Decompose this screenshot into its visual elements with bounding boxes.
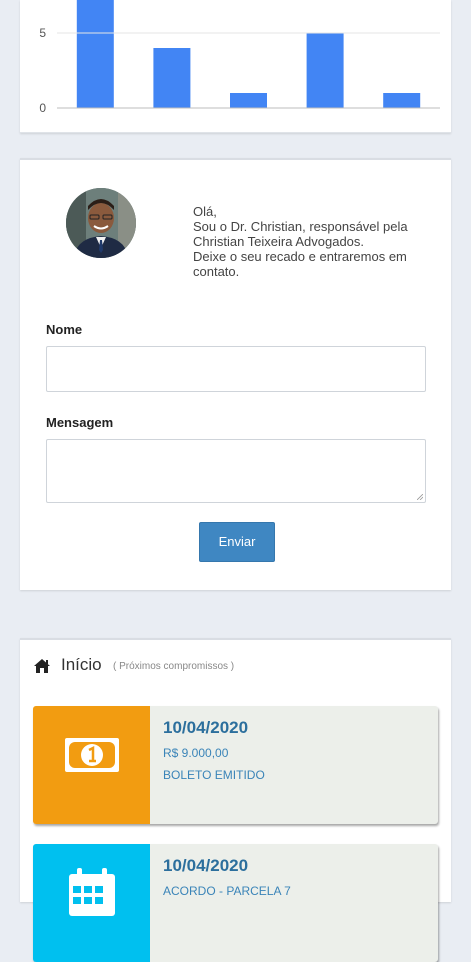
bar-chart: 05 [39, 0, 440, 115]
event-description: ACORDO - PARCELA 7 [163, 884, 291, 898]
greeting-text: Olá, Sou o Dr. Christian, responsável pe… [193, 204, 433, 279]
resize-grip-icon[interactable] [417, 494, 423, 500]
event-icon-box [33, 706, 150, 824]
money-icon [65, 738, 119, 772]
event-date: 10/04/2020 [163, 718, 249, 737]
calendar-icon [69, 868, 115, 916]
message-textarea[interactable] [46, 439, 426, 503]
lawyer-avatar [66, 188, 136, 258]
greeting-line: Deixe o seu recado e entraremos em conta… [193, 249, 407, 279]
y-tick-label: 0 [39, 101, 46, 115]
greeting-line: Sou o Dr. Christian, responsável pela Ch… [193, 219, 408, 249]
home-icon [34, 659, 50, 673]
y-tick-label: 5 [39, 26, 46, 40]
contact-card: Olá, Sou o Dr. Christian, responsável pe… [20, 158, 451, 590]
send-button[interactable]: Enviar [199, 522, 275, 562]
chart-card: 05 [20, 0, 451, 133]
event-date: 10/04/2020 [163, 856, 249, 875]
event-card-acordo[interactable]: 10/04/2020 ACORDO - PARCELA 7 [33, 844, 438, 962]
event-card-boleto[interactable]: 10/04/2020 R$ 9.000,00 BOLETO EMITIDO [33, 706, 438, 824]
name-label: Nome [46, 322, 83, 337]
schedule-title: Início [61, 655, 102, 674]
event-status: BOLETO EMITIDO [163, 768, 265, 782]
chart-bar[interactable] [153, 48, 191, 108]
chart-bar[interactable] [76, 0, 114, 108]
schedule-subtitle: ( Próximos compromissos ) [113, 661, 235, 672]
chart-bar[interactable] [230, 93, 267, 108]
event-icon-box [33, 844, 150, 962]
greeting-line: Olá, [193, 204, 217, 219]
name-input[interactable] [46, 346, 426, 392]
event-amount: R$ 9.000,00 [163, 746, 229, 760]
message-label: Mensagem [46, 415, 114, 430]
chart-bar[interactable] [306, 33, 344, 108]
schedule-card: Início ( Próximos compromissos ) 10/04/2… [20, 638, 451, 962]
chart-bar[interactable] [383, 93, 421, 108]
